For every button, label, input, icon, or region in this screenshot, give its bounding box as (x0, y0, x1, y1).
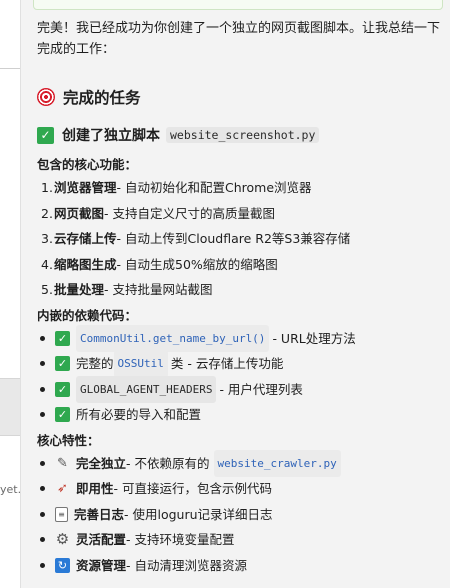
embedded-list: ✓ CommonUtil.get_name_by_url() - URL处理方法… (37, 324, 442, 428)
check-icon: ✓ (55, 330, 70, 346)
embedded-heading: 内嵌的依赖代码： (37, 307, 138, 323)
gear-icon: ⚙ (55, 530, 70, 549)
script-filename: website_screenshot.py (166, 127, 320, 143)
assistant-message: 完美！我已经成功为你创建了一个独立的网页截图脚本。让我总结一下完成的工作： 完成… (37, 18, 442, 578)
left-pane: yet. (0, 0, 20, 588)
list-item: 1. 浏览器管理 - 自动初始化和配置Chrome浏览器 (41, 180, 312, 195)
left-pane-snippet: yet. (0, 483, 20, 496)
chat-panel: 完美！我已经成功为你创建了一个独立的网页截图脚本。让我总结一下完成的工作： 完成… (21, 0, 450, 588)
core-features-list: 1. 浏览器管理 - 自动初始化和配置Chrome浏览器 2. 网页截图 - 支持自… (37, 175, 442, 303)
list-item: ✓ 所有必要的导入和配置 (37, 402, 442, 428)
intro-text: 完美！我已经成功为你创建了一个独立的网页截图脚本。让我总结一下完成的工作： (37, 21, 441, 57)
list-item: 3. 云存储上传 - 自动上传到Cloudflare R2等S3兼容存储 (41, 231, 351, 246)
check-icon: ✓ (55, 381, 70, 397)
tasks-heading-text: 完成的任务 (63, 89, 141, 107)
list-item: ✓ CommonUtil.get_name_by_url() - URL处理方法 (37, 324, 442, 352)
pen-icon: ✎ (57, 455, 68, 471)
script-heading-text: 创建了独立脚本 (62, 128, 160, 144)
list-item: ✓ GLOBAL_AGENT_HEADERS - 用户代理列表 (37, 375, 442, 403)
left-pane-selected-row[interactable] (0, 378, 20, 436)
tasks-heading: 完成的任务 (37, 86, 442, 108)
memo-icon: ≡ (55, 506, 68, 522)
rocket-icon: ➶ (57, 481, 68, 497)
inline-code: GLOBAL_AGENT_HEADERS (76, 375, 217, 403)
cycle-icon: ↻ (55, 557, 70, 573)
check-icon: ✓ (37, 126, 54, 144)
list-item: ↻ 资源管理 - 自动清理浏览器资源 (37, 553, 442, 579)
list-item: ⚙ 灵活配置 - 支持环境变量配置 (37, 527, 442, 553)
core-features-heading: 包含的核心功能： (37, 157, 138, 172)
previous-message-box (33, 0, 443, 10)
list-item: ✓ 完整的 OSSUtil 类 - 云存储上传功能 (37, 350, 442, 378)
key-features-list: ✎ 完全独立 - 不依赖原有的 website_crawler.py ➶ 即用性… (37, 449, 442, 579)
check-icon: ✓ (55, 407, 70, 423)
list-item: ➶ 即用性 - 可直接运行，包含示例代码 (37, 476, 442, 502)
list-item: 2. 网页截图 - 支持自定义尺寸的高质量截图 (41, 205, 276, 221)
inline-code: website_crawler.py (213, 449, 341, 477)
check-icon: ✓ (55, 356, 70, 372)
list-item: 4. 缩略图生成 - 自动生成50%缩放的缩略图 (41, 256, 278, 272)
list-item: 5. 批量处理 - 支持批量网站截图 (41, 282, 213, 297)
list-item: ≡ 完善日志 - 使用loguru记录详细日志 (37, 502, 442, 528)
script-heading: ✓ 创建了独立脚本 website_screenshot.py (37, 124, 442, 146)
inline-code: CommonUtil.get_name_by_url() (76, 324, 270, 352)
inline-code: OSSUtil (113, 350, 168, 378)
list-item: ✎ 完全独立 - 不依赖原有的 website_crawler.py (37, 449, 442, 477)
target-icon (37, 88, 55, 106)
left-pane-divider (0, 68, 20, 69)
key-features-heading: 核心特性： (37, 432, 100, 448)
